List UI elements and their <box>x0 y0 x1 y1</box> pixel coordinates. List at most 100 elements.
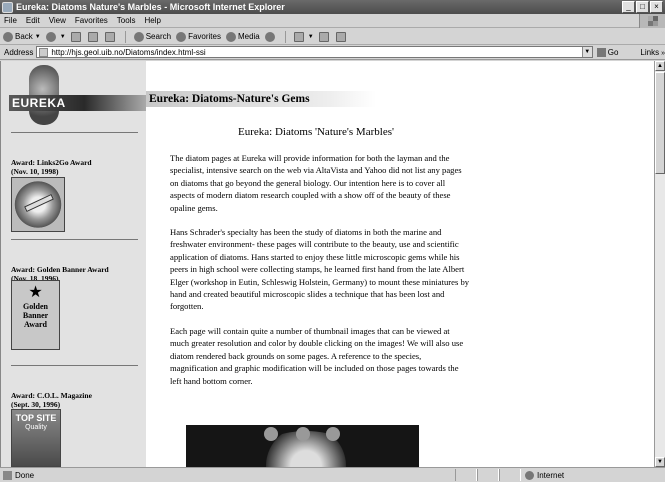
intro-paragraph: The diatom pages at Eureka will provide … <box>170 153 462 213</box>
address-dropdown-icon[interactable]: ▼ <box>581 47 592 57</box>
go-button[interactable]: Go <box>596 47 619 57</box>
ie-icon <box>2 1 13 13</box>
minimize-button[interactable]: _ <box>622 1 635 13</box>
zone-label: Internet <box>537 470 565 480</box>
menu-bar: File Edit View Favorites Tools Help <box>0 14 665 28</box>
browser-window: Eureka: Diatoms Nature's Marbles - Micro… <box>0 0 665 482</box>
award-label: Award: Golden Banner Award <box>11 265 109 274</box>
mail-icon <box>293 31 304 42</box>
refresh-icon <box>87 31 98 42</box>
award-label: Award: Links2Go Award <box>11 158 92 167</box>
main-column: Eureka: Diatoms-Nature's Gems Eureka: Di… <box>146 61 654 467</box>
golden-banner-badge[interactable]: ★ Golden Banner Award <box>11 280 60 350</box>
award-date: (Sept. 30, 1996) <box>11 400 61 409</box>
maximize-button[interactable]: □ <box>636 1 649 13</box>
diatom-bump <box>326 427 340 441</box>
award-col-magazine: Award: C.O.L. Magazine (Sept. 30, 1996) <box>11 391 92 409</box>
thumbnail-paragraph: Each page will contain quite a number of… <box>170 326 464 386</box>
links-button[interactable]: Links» <box>640 48 665 57</box>
status-cell <box>477 469 499 481</box>
award-date: (Nov. 10, 1998) <box>11 167 59 176</box>
stop-icon <box>70 31 81 42</box>
page-icon <box>39 47 49 57</box>
favorites-button[interactable]: Favorites <box>176 31 221 42</box>
page-done-icon <box>3 470 12 480</box>
col-badge-title: TOP SITE <box>15 413 57 423</box>
media-label: Media <box>237 32 260 41</box>
header-title: Eureka: Diatoms-Nature's Gems <box>149 93 310 105</box>
search-label: Search <box>145 32 172 41</box>
scroll-down-arrow-icon[interactable]: ▼ <box>655 457 665 467</box>
forward-arrow-icon <box>45 31 56 42</box>
refresh-button[interactable] <box>87 31 100 42</box>
history-button[interactable] <box>264 31 277 42</box>
scroll-thumb[interactable] <box>655 72 665 174</box>
edit-icon <box>335 31 346 42</box>
menu-help[interactable]: Help <box>144 16 160 25</box>
address-url[interactable]: http://hjs.geol.uib.no/Diatoms/index.htm… <box>51 48 581 57</box>
col-magazine-badge[interactable]: TOP SITE Quality <box>11 409 61 467</box>
star-icon <box>176 31 187 42</box>
diatom-bump <box>264 427 278 441</box>
left-column: EUREKA Award: Links2Go Award (Nov. 10, 1… <box>1 61 146 467</box>
diatom-image[interactable] <box>186 425 419 467</box>
close-button[interactable]: × <box>650 1 663 13</box>
title-bar: Eureka: Diatoms Nature's Marbles - Micro… <box>0 0 665 14</box>
address-input[interactable]: http://hjs.geol.uib.no/Diatoms/index.htm… <box>36 46 593 58</box>
chevron-down-icon[interactable]: ▼ <box>308 34 314 40</box>
edit-button[interactable] <box>335 31 348 42</box>
search-button[interactable]: Search <box>133 31 172 42</box>
golden-banner-word: Golden <box>23 302 48 311</box>
divider <box>11 365 138 366</box>
menu-tools[interactable]: Tools <box>117 16 136 25</box>
diatom-bump <box>296 427 310 441</box>
divider <box>11 239 138 240</box>
address-bar: Address http://hjs.geol.uib.no/Diatoms/i… <box>0 45 665 60</box>
window-controls: _ □ × <box>622 1 663 13</box>
status-cell <box>455 469 477 481</box>
schrader-paragraph: Hans Schrader's specialty has been the s… <box>170 227 470 312</box>
home-button[interactable] <box>104 31 117 42</box>
menu-view[interactable]: View <box>49 16 66 25</box>
back-label: Back <box>15 32 33 41</box>
favorites-label: Favorites <box>188 32 221 41</box>
forward-button[interactable]: ▼ <box>45 31 66 42</box>
vertical-scrollbar[interactable]: ▲ ▼ <box>654 61 665 467</box>
back-button[interactable]: Back ▼ <box>3 31 41 42</box>
address-label: Address <box>4 47 34 57</box>
links2go-badge[interactable] <box>11 177 65 232</box>
status-text: Done <box>15 470 35 480</box>
col-badge-sub: Quality <box>25 424 47 431</box>
golden-banner-word: Banner <box>22 311 49 320</box>
status-bar: Done Internet <box>0 467 665 482</box>
go-arrow-icon <box>596 47 606 57</box>
window-title: Eureka: Diatoms Nature's Marbles - Micro… <box>16 2 285 12</box>
standard-toolbar: Back ▼ ▼ Search Favorites Media ▼ <box>0 29 665 45</box>
windows-logo-icon <box>647 16 658 26</box>
page-viewport: EUREKA Award: Links2Go Award (Nov. 10, 1… <box>0 61 654 467</box>
media-icon <box>225 31 236 42</box>
throbber <box>639 14 665 28</box>
links-label: Links <box>640 47 660 57</box>
go-label: Go <box>607 47 619 57</box>
media-button[interactable]: Media <box>225 31 260 42</box>
eureka-logo[interactable]: EUREKA <box>9 65 146 125</box>
scroll-up-arrow-icon[interactable]: ▲ <box>655 61 665 71</box>
stop-button[interactable] <box>70 31 83 42</box>
print-icon <box>318 31 329 42</box>
chevron-down-icon[interactable]: ▼ <box>35 34 41 40</box>
key-icon <box>24 193 54 213</box>
toolbar-separator <box>124 30 126 43</box>
golden-banner-word: Award <box>24 320 47 329</box>
menu-favorites[interactable]: Favorites <box>75 16 108 25</box>
menu-file[interactable]: File <box>4 16 17 25</box>
home-icon <box>104 31 115 42</box>
mail-button[interactable]: ▼ <box>293 31 314 42</box>
toolbar-separator <box>284 30 286 43</box>
award-label: Award: C.O.L. Magazine <box>11 391 92 400</box>
history-icon <box>264 31 275 42</box>
award-links2go: Award: Links2Go Award (Nov. 10, 1998) <box>11 158 92 176</box>
menu-edit[interactable]: Edit <box>26 16 40 25</box>
print-button[interactable] <box>318 31 331 42</box>
chevron-down-icon[interactable]: ▼ <box>60 34 66 40</box>
